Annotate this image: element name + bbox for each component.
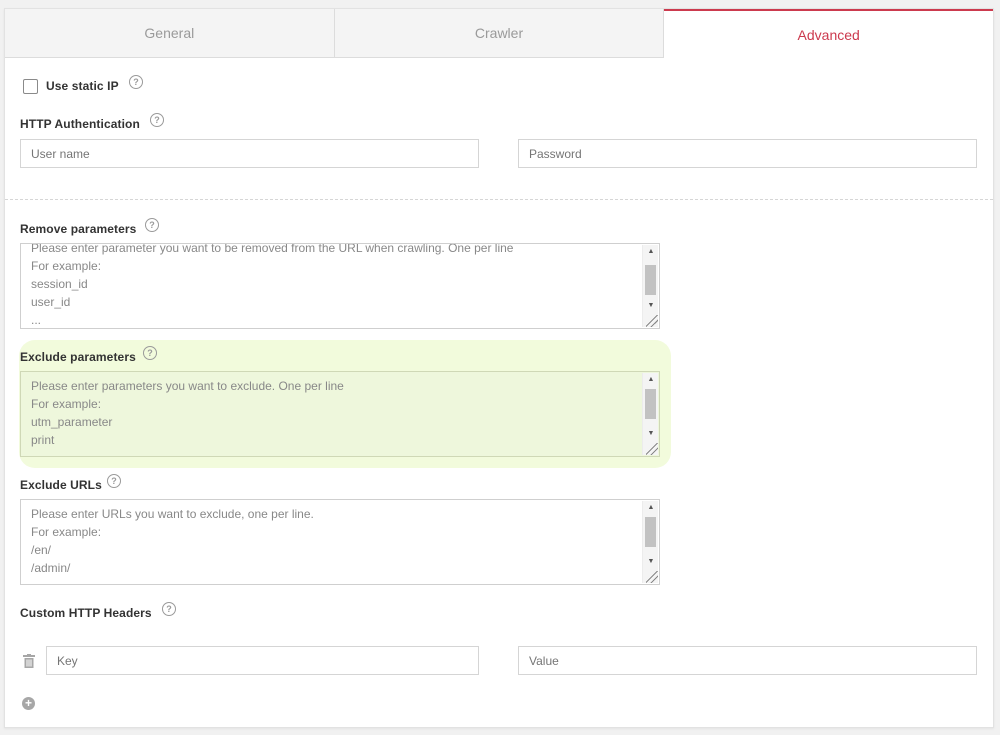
textarea-line: print [31,433,55,447]
textarea-line: session_id [31,277,88,291]
scroll-up-icon[interactable]: ▲ [643,373,659,387]
http-auth-help-icon[interactable]: ? [150,113,164,127]
textarea-line: For example: [31,525,102,539]
trash-icon[interactable] [23,654,35,668]
section-divider [5,199,993,200]
custom-headers-help-icon[interactable]: ? [162,602,176,616]
scroll-down-icon[interactable]: ▼ [643,299,659,313]
textarea-line: /admin/ [31,561,71,575]
exclude-urls-textarea[interactable]: Please enter URLs you want to exclude, o… [20,499,660,585]
textarea-line: user_id [31,295,71,309]
remove-params-label: Remove parameters [20,222,137,236]
exclude-params-textarea[interactable]: Please enter parameters you want to excl… [20,371,660,457]
scroll-up-icon[interactable]: ▲ [643,501,659,515]
exclude-urls-label: Exclude URLs [20,478,102,492]
textarea-line: Please enter URLs you want to exclude, o… [31,507,314,521]
resize-grip-icon[interactable] [646,571,658,583]
static-ip-label: Use static IP [46,79,119,93]
tab-general[interactable]: General [5,9,335,58]
textarea-line: utm_parameter [31,415,113,429]
settings-panel: General Crawler Advanced Use static IP ?… [4,8,994,728]
custom-headers-label: Custom HTTP Headers [20,606,152,620]
textarea-line: For example: [31,259,102,273]
textarea-line: Please enter parameter you want to be re… [31,243,514,255]
password-input[interactable] [518,139,977,168]
remove-params-help-icon[interactable]: ? [145,218,159,232]
scroll-down-icon[interactable]: ▼ [643,427,659,441]
scroll-up-icon[interactable]: ▲ [643,245,659,259]
tab-crawler[interactable]: Crawler [334,9,665,58]
textarea-line: For example: [31,397,102,411]
scroll-thumb[interactable] [645,517,656,547]
exclude-urls-help-icon[interactable]: ? [107,474,121,488]
tab-bar: General Crawler Advanced [5,9,994,58]
scroll-thumb[interactable] [645,389,656,419]
remove-params-textarea[interactable]: Please enter parameter you want to be re… [20,243,660,329]
scroll-thumb[interactable] [645,265,656,295]
resize-grip-icon[interactable] [646,443,658,455]
textarea-line: ... [31,313,42,327]
tab-advanced[interactable]: Advanced [664,9,994,58]
header-value-input[interactable] [518,646,977,675]
http-auth-label: HTTP Authentication [20,117,140,131]
exclude-params-label: Exclude parameters [20,350,136,364]
resize-grip-icon[interactable] [646,315,658,327]
static-ip-help-icon[interactable]: ? [129,75,143,89]
username-input[interactable] [20,139,479,168]
add-header-plus-circle-icon[interactable]: + [22,697,35,710]
textarea-line: /en/ [31,543,52,557]
header-key-input[interactable] [46,646,479,675]
static-ip-checkbox[interactable] [23,79,38,94]
exclude-params-help-icon[interactable]: ? [143,346,157,360]
scroll-down-icon[interactable]: ▼ [643,555,659,569]
textarea-line: Please enter parameters you want to excl… [31,379,344,393]
